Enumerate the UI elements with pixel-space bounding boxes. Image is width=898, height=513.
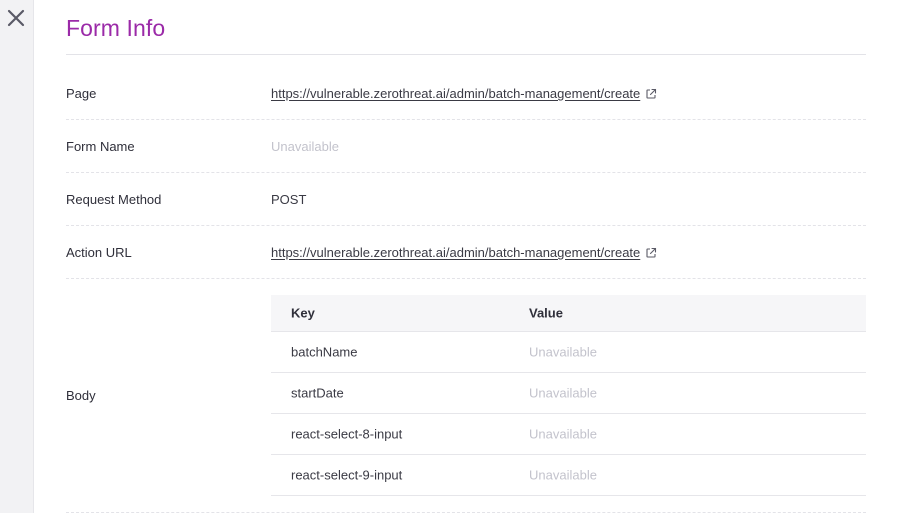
- row-label-body: Body: [66, 388, 96, 403]
- external-link-icon[interactable]: [645, 88, 657, 103]
- row-request-method: Request Method POST: [66, 173, 866, 226]
- row-value-request-method: POST: [271, 192, 307, 207]
- row-value-page: https://vulnerable.zerothreat.ai/admin/b…: [271, 86, 657, 103]
- left-rail: [0, 0, 34, 513]
- column-header-key: Key: [291, 305, 315, 321]
- body-table-header: Key Value: [271, 295, 866, 332]
- row-label-action-url: Action URL: [66, 245, 132, 260]
- row-value-action-url: https://vulnerable.zerothreat.ai/admin/b…: [271, 245, 657, 262]
- row-label-request-method: Request Method: [66, 192, 162, 207]
- table-row: batchName Unavailable: [271, 332, 866, 373]
- close-icon: [7, 9, 25, 27]
- external-link-icon[interactable]: [645, 247, 657, 262]
- row-form-name: Form Name Unavailable: [66, 120, 866, 173]
- row-action-url: Action URL https://vulnerable.zerothreat…: [66, 226, 866, 279]
- table-row: startDate Unavailable: [271, 373, 866, 414]
- table-row: react-select-9-input Unavailable: [271, 455, 866, 496]
- column-header-value: Value: [529, 305, 563, 321]
- table-cell-key: react-select-9-input: [291, 467, 403, 483]
- body-table: Key Value batchName Unavailable startDat…: [271, 295, 866, 496]
- row-label-page: Page: [66, 86, 97, 101]
- panel-title: Form Info: [66, 15, 166, 41]
- table-cell-key: batchName: [291, 344, 358, 360]
- row-page: Page https://vulnerable.zerothreat.ai/ad…: [66, 55, 866, 120]
- close-button[interactable]: [7, 9, 25, 27]
- table-cell-value: Unavailable: [529, 467, 597, 483]
- table-row: react-select-8-input Unavailable: [271, 414, 866, 455]
- page-url-link[interactable]: https://vulnerable.zerothreat.ai/admin/b…: [271, 86, 640, 101]
- action-url-link[interactable]: https://vulnerable.zerothreat.ai/admin/b…: [271, 245, 640, 260]
- table-cell-value: Unavailable: [529, 426, 597, 442]
- row-value-form-name: Unavailable: [271, 139, 339, 154]
- table-cell-value: Unavailable: [529, 385, 597, 401]
- table-cell-key: react-select-8-input: [291, 426, 403, 442]
- row-label-form-name: Form Name: [66, 139, 135, 154]
- table-cell-value: Unavailable: [529, 344, 597, 360]
- table-cell-key: startDate: [291, 385, 344, 401]
